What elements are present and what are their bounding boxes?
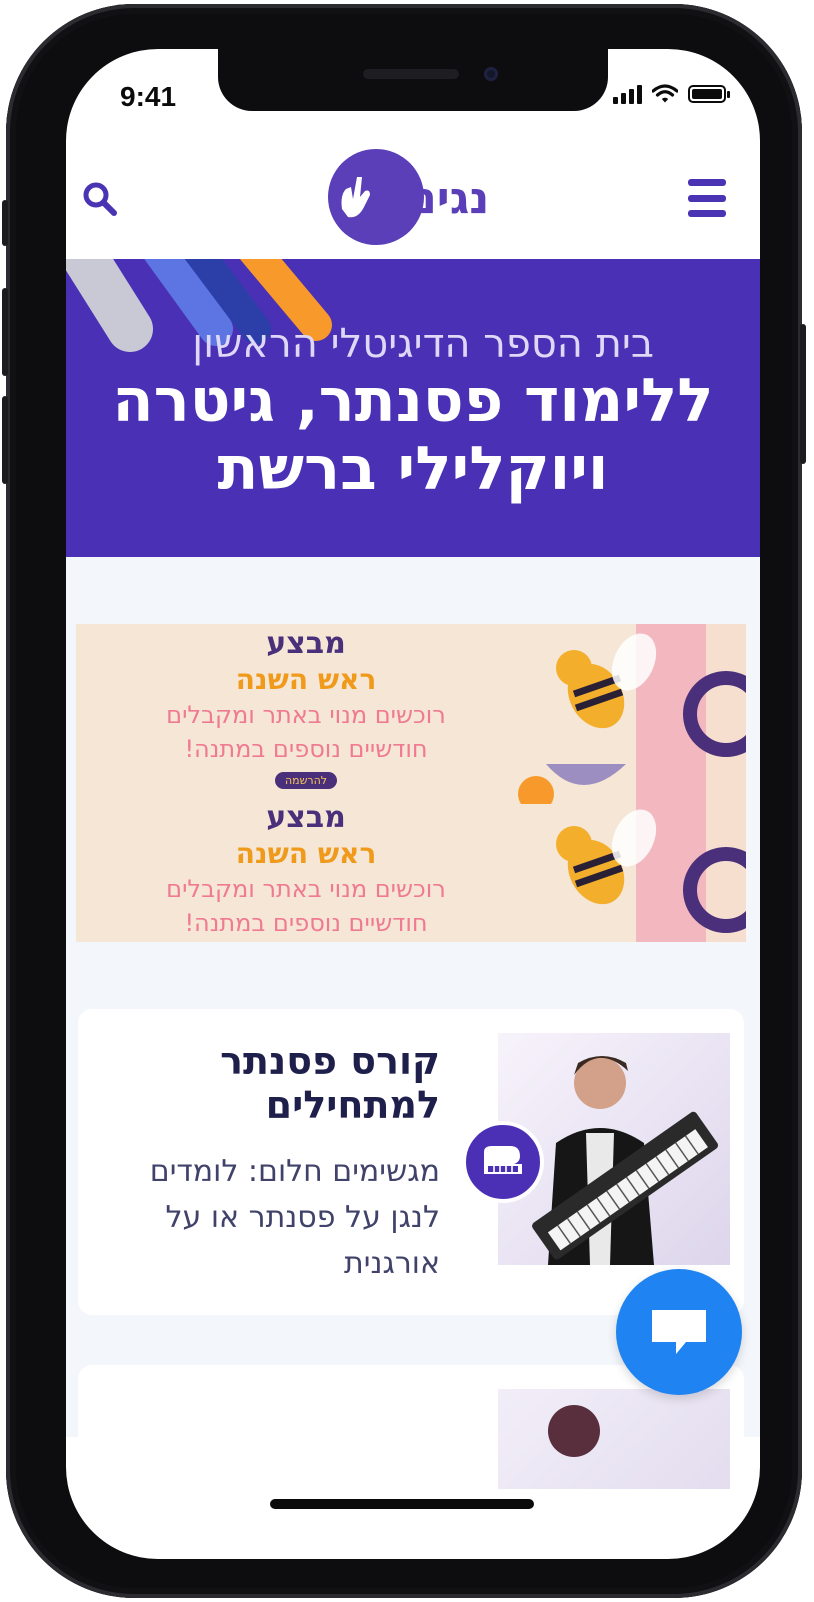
screen: 9:41 נגינה בית הספר הדיגיטלי הראשון ללימ…	[66, 49, 760, 1559]
hero-title-line-2: ויוקלילי ברשת	[217, 434, 609, 504]
bee-illustration-repeat	[556, 800, 746, 942]
hero-banner: בית הספר הדיגיטלי הראשון ללימוד פסנתר, ג…	[66, 259, 760, 557]
hero-title-line-1: ללימוד פסנתר, גיטרה	[112, 366, 714, 436]
promo-banner[interactable]: מבצע ראש השנה רוכשים מנוי באתר ומקבלים ח…	[76, 624, 746, 942]
battery-icon	[688, 85, 730, 103]
power-button	[800, 324, 806, 464]
chat-bubble-icon	[652, 1310, 706, 1354]
hero-subtitle: בית הספר הדיגיטלי הראשון	[192, 321, 654, 367]
volume-down-button	[2, 396, 8, 484]
promo-subheading: ראש השנה	[235, 663, 377, 696]
chat-button[interactable]	[616, 1269, 742, 1395]
search-icon[interactable]	[80, 179, 120, 219]
course-description: מגשימים חלום: לומדים לנגן על פסנתר או על…	[149, 1154, 440, 1281]
bee-illustration	[518, 624, 746, 804]
course-title[interactable]: קורס פסנתר למתחילים	[100, 1039, 440, 1127]
phone-frame: 9:41 נגינה בית הספר הדיגיטלי הראשון ללימ…	[2, 4, 806, 1598]
promo-heading: מבצע	[266, 626, 346, 661]
cellular-signal-icon	[613, 84, 642, 104]
notch	[218, 49, 608, 111]
promo-text-block: מבצע ראש השנה רוכשים מנוי באתר ומקבלים ח…	[106, 626, 506, 789]
site-header: נגינה	[66, 141, 760, 259]
piano-icon	[484, 1146, 522, 1174]
promo-line-1: רוכשים מנוי באתר ומקבלים	[166, 701, 446, 729]
promo-line-1: רוכשים מנוי באתר ומקבלים	[166, 875, 446, 903]
promo-line-2: חודשיים נוספים במתנה!	[184, 909, 428, 937]
promo-register-button[interactable]: להרשמה	[274, 772, 338, 789]
wifi-icon	[652, 84, 678, 103]
front-camera	[484, 67, 498, 81]
hero-title: ללימוד פסנתר, גיטרה ויוקלילי ברשת	[66, 367, 760, 503]
promo-line-2: חודשיים נוספים במתנה!	[184, 735, 428, 763]
status-icons	[613, 81, 730, 107]
volume-up-button	[2, 288, 8, 376]
site-logo[interactable]: נגינה	[318, 147, 498, 247]
menu-icon[interactable]	[688, 179, 726, 217]
home-indicator	[270, 1499, 534, 1509]
promo-heading: מבצע	[266, 800, 346, 835]
promo-text-block-repeat: מבצע ראש השנה רוכשים מנוי באתר ומקבלים ח…	[106, 800, 506, 940]
piano-badge	[462, 1121, 544, 1203]
course-photo-next	[498, 1389, 730, 1489]
logo-text: נגינה	[387, 173, 490, 224]
status-time: 9:41	[120, 81, 177, 112]
next-course-photo	[548, 1405, 600, 1457]
course-card-piano[interactable]: קורס פסנתר למתחילים מגשימים חלום: לומדים…	[78, 1009, 744, 1315]
promo-subheading: ראש השנה	[235, 837, 377, 870]
mute-switch	[2, 200, 8, 246]
earpiece-speaker	[363, 69, 459, 79]
